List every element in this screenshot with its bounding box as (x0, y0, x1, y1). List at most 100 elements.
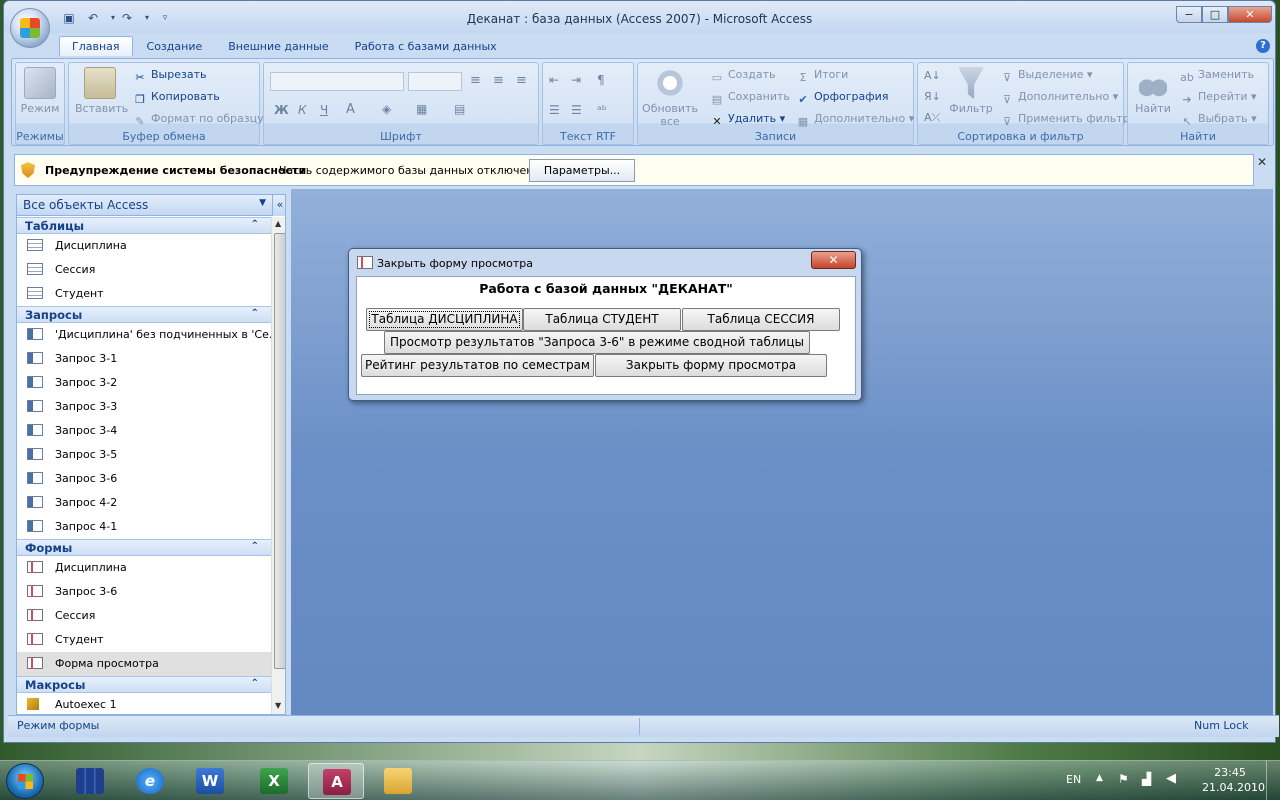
nav-section-mac[interactable]: Макросы ⌃ (17, 676, 271, 693)
nav-pane-header[interactable]: Все объекты Access ▼ (17, 195, 272, 216)
scroll-thumb[interactable] (274, 233, 285, 669)
nav-item[interactable]: Сессия (17, 258, 271, 282)
nav-item[interactable]: 'Дисциплина' без подчиненных в 'Се... (17, 323, 271, 347)
nav-item[interactable]: Запрос 4-1 (17, 515, 271, 539)
nav-section-frm[interactable]: Формы ⌃ (17, 539, 271, 556)
numbered-list-icon[interactable]: ☰ (549, 103, 560, 117)
save-record-button[interactable]: ▤ Сохранить (710, 90, 790, 107)
nav-item[interactable]: Дисциплина (17, 556, 271, 580)
close-form-button[interactable]: Закрыть форму просмотра (595, 354, 827, 377)
scroll-up-icon[interactable]: ▲ (275, 219, 281, 228)
nav-dropdown-icon[interactable]: ▼ (259, 198, 266, 208)
rating-button[interactable]: Рейтинг результатов по семестрам (361, 354, 594, 377)
collapse-chevron-icon[interactable]: ⌃ (251, 308, 259, 319)
highlight-icon[interactable]: ᵃᵇ (597, 103, 607, 117)
maximize-button[interactable]: □ (1202, 6, 1228, 23)
nav-collapse-button[interactable]: « (272, 195, 285, 216)
taskbar-access[interactable]: A (308, 763, 364, 799)
nav-item[interactable]: Форма просмотра (17, 652, 271, 676)
replace-button[interactable]: ab Заменить (1180, 68, 1254, 85)
font-color-button[interactable]: A (346, 102, 355, 117)
paragraph-icon[interactable]: ¶ (597, 73, 605, 87)
new-record-button[interactable]: ▭ Создать (710, 68, 776, 85)
start-button[interactable] (6, 763, 44, 799)
font-name-select[interactable] (270, 72, 404, 91)
clear-sort-icon[interactable]: A⤫ (924, 111, 940, 125)
table-session-button[interactable]: Таблица СЕССИЯ (682, 308, 840, 331)
tab-home[interactable]: Главная (59, 36, 133, 56)
table-student-button[interactable]: Таблица СТУДЕНТ (523, 308, 681, 331)
underline-button[interactable]: Ч (320, 103, 328, 117)
advanced-filter-button[interactable]: ⊽ Дополнительно ▾ (1000, 90, 1118, 107)
nav-section-tbl[interactable]: Таблицы ⌃ (17, 217, 271, 234)
bullet-list-icon[interactable]: ☰ (571, 103, 582, 117)
align-right-icon[interactable]: ≡ (516, 73, 527, 88)
tab-create[interactable]: Создание (135, 37, 215, 56)
bold-button[interactable]: Ж (274, 103, 289, 117)
office-button[interactable] (10, 8, 50, 48)
taskbar-excel[interactable]: X (246, 763, 302, 799)
tab-database-tools[interactable]: Работа с базами данных (343, 37, 509, 56)
refresh-all-button[interactable]: Обновить все (640, 67, 700, 128)
volume-icon[interactable]: ◀ (1166, 771, 1176, 786)
nav-item[interactable]: Студент (17, 628, 271, 652)
align-left-icon[interactable]: ≡ (470, 73, 481, 88)
select-button[interactable]: ↖ Выбрать ▾ (1180, 112, 1256, 129)
nav-section-qry[interactable]: Запросы ⌃ (17, 306, 271, 323)
filter-button[interactable]: Фильтр (948, 67, 994, 115)
form-close-button[interactable]: ✕ (811, 251, 856, 269)
nav-item[interactable]: Запрос 3-2 (17, 371, 271, 395)
copy-button[interactable]: ❐ Копировать (133, 90, 220, 107)
show-desktop-button[interactable] (1266, 761, 1280, 800)
nav-item[interactable]: Запрос 3-6 (17, 467, 271, 491)
clock[interactable]: 23:45 21.04.2010 (1202, 765, 1265, 795)
outdent-icon[interactable]: ⇤ (549, 73, 559, 87)
paste-button[interactable]: Вставить (75, 67, 128, 115)
selection-button[interactable]: ⊽ Выделение ▾ (1000, 68, 1093, 85)
help-icon[interactable]: ? (1256, 39, 1270, 53)
fill-color-icon[interactable]: ◈ (382, 102, 391, 116)
find-button[interactable]: Найти (1130, 67, 1176, 115)
cut-button[interactable]: ✂ Вырезать (133, 68, 206, 85)
nav-item[interactable]: Запрос 3-3 (17, 395, 271, 419)
goto-button[interactable]: ➔ Перейти ▾ (1180, 90, 1256, 107)
nav-item[interactable]: Запрос 4-2 (17, 491, 271, 515)
sort-descending-icon[interactable]: Я↓ (924, 90, 941, 103)
totals-button[interactable]: Σ Итоги (796, 68, 849, 85)
collapse-chevron-icon[interactable]: ⌃ (251, 541, 259, 552)
collapse-chevron-icon[interactable]: ⌃ (251, 678, 259, 689)
action-center-icon[interactable]: ⚑ (1118, 772, 1129, 786)
spelling-button[interactable]: ✔ Орфография (796, 90, 888, 107)
apply-filter-button[interactable]: ⊽ Применить фильтр (1000, 112, 1130, 129)
tray-expand-icon[interactable]: ▲ (1096, 773, 1103, 783)
nav-item[interactable]: Запрос 3-6 (17, 580, 271, 604)
security-options-button[interactable]: Параметры... (529, 159, 635, 182)
nav-item[interactable]: Запрос 3-4 (17, 419, 271, 443)
minimize-button[interactable]: − (1176, 6, 1202, 23)
format-painter-button[interactable]: ✎ Формат по образцу (133, 112, 263, 129)
table-discipline-button[interactable]: Таблица ДИСЦИПЛИНА (366, 308, 523, 331)
nav-item[interactable]: Студент (17, 282, 271, 306)
scroll-down-icon[interactable]: ▼ (275, 701, 281, 710)
view-button[interactable]: Режим (20, 67, 60, 115)
gridlines-icon[interactable]: ▦ (416, 102, 427, 116)
taskbar-word[interactable]: W (182, 763, 238, 799)
nav-item[interactable]: Запрос 3-1 (17, 347, 271, 371)
indent-icon[interactable]: ⇥ (571, 73, 581, 87)
collapse-chevron-icon[interactable]: ⌃ (251, 219, 259, 230)
more-records-button[interactable]: ▦ Дополнительно ▾ (796, 112, 914, 129)
align-center-icon[interactable]: ≡ (493, 73, 504, 88)
nav-item[interactable]: Дисциплина (17, 234, 271, 258)
nav-item[interactable]: Autoexec 1 (17, 693, 271, 714)
pivot-view-button[interactable]: Просмотр результатов "Запроса 3-6" в реж… (384, 331, 810, 354)
sort-ascending-icon[interactable]: A↓ (924, 69, 941, 82)
taskbar-ie[interactable]: e (122, 763, 178, 799)
language-indicator[interactable]: EN (1066, 773, 1081, 786)
font-size-select[interactable] (408, 72, 462, 91)
nav-item[interactable]: Запрос 3-5 (17, 443, 271, 467)
close-security-bar-button[interactable]: ✕ (1257, 155, 1267, 169)
tab-external-data[interactable]: Внешние данные (216, 37, 340, 56)
close-window-button[interactable]: ✕ (1228, 6, 1272, 23)
alt-fill-icon[interactable]: ▤ (454, 102, 465, 116)
nav-scrollbar[interactable]: ▲ ▼ (271, 217, 285, 714)
